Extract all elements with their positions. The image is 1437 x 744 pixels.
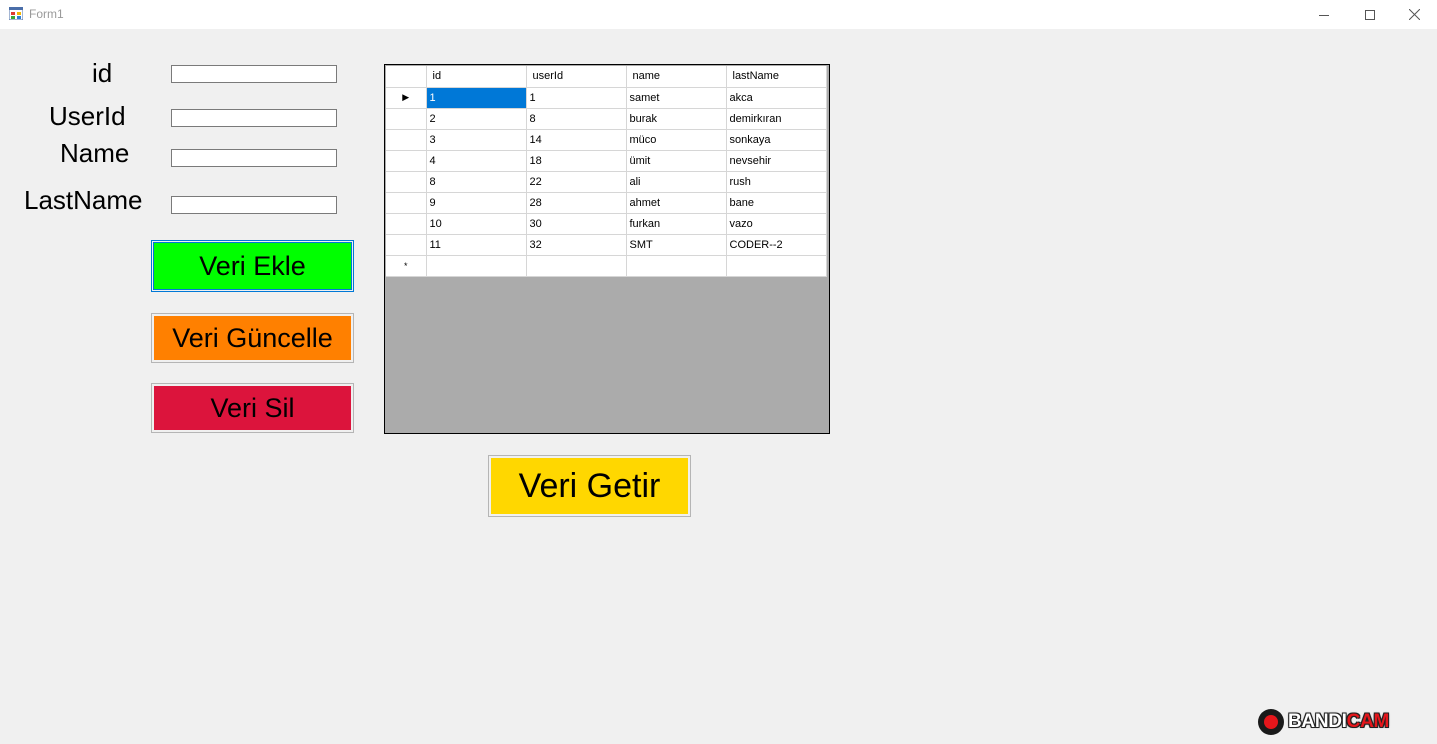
table-cell[interactable]: 22 [526,171,627,193]
table-cell[interactable]: 28 [526,192,627,214]
bandicam-logo-text: BANDICAM [1288,711,1390,732]
table-cell[interactable]: 2 [426,108,527,130]
maximize-icon [1365,9,1375,20]
table-cell[interactable]: nevsehir [726,150,827,172]
fetch-data-button[interactable]: Veri Getir [488,455,691,517]
current-row-indicator-icon[interactable]: ▶ [386,87,427,109]
table-cell[interactable]: ali [626,171,727,193]
form-app-icon [9,7,23,20]
name-label: Name [60,138,130,168]
column-header-name[interactable]: name [626,66,727,88]
last-name-label: LastName [24,185,143,215]
add-data-button[interactable]: Veri Ekle [151,240,354,292]
user-id-textbox[interactable] [171,109,337,127]
table-cell[interactable]: rush [726,171,827,193]
column-header-user-id[interactable]: userId [526,66,627,88]
table-row[interactable]: 2 8 burak demirkıran [386,108,827,130]
table-cell[interactable]: 8 [526,108,627,130]
table-cell[interactable]: bane [726,192,827,214]
table-row[interactable]: 3 14 müco sonkaya [386,129,827,151]
row-header[interactable] [386,192,427,214]
table-row[interactable]: 4 18 ümit nevsehir [386,150,827,172]
update-data-button[interactable]: Veri Güncelle [151,313,354,363]
record-icon [1258,709,1284,735]
data-grid-table: id userId name lastName ▶ 1 1 samet akca… [386,66,827,277]
column-header-last-name[interactable]: lastName [726,66,827,88]
column-header-id[interactable]: id [426,66,527,88]
table-row[interactable]: 11 32 SMT CODER--2 [386,234,827,256]
delete-data-button[interactable]: Veri Sil [151,383,354,433]
grid-header-row: id userId name lastName [386,66,827,88]
add-data-button-label: Veri Ekle [199,250,306,281]
table-cell[interactable]: müco [626,129,727,151]
table-cell[interactable] [426,255,527,277]
table-row[interactable]: ▶ 1 1 samet akca [386,87,827,109]
maximize-button[interactable] [1347,0,1393,29]
row-header[interactable] [386,108,427,130]
table-row[interactable]: 10 30 furkan vazo [386,213,827,235]
table-cell[interactable]: 30 [526,213,627,235]
fetch-data-button-label: Veri Getir [518,466,661,505]
grid-corner-header[interactable] [386,66,427,88]
table-row[interactable]: 8 22 ali rush [386,171,827,193]
table-cell[interactable]: sonkaya [726,129,827,151]
table-cell[interactable]: 10 [426,213,527,235]
table-cell[interactable]: 18 [526,150,627,172]
table-cell[interactable]: 3 [426,129,527,151]
table-cell[interactable]: 11 [426,234,527,256]
minimize-button[interactable] [1301,0,1347,29]
bandicam-watermark: BANDICAM [1258,707,1389,737]
row-header[interactable] [386,234,427,256]
table-cell[interactable]: akca [726,87,827,109]
id-label: id [92,58,113,88]
table-cell[interactable]: furkan [626,213,727,235]
table-cell[interactable]: 32 [526,234,627,256]
table-cell[interactable]: CODER--2 [726,234,827,256]
table-cell[interactable]: vazo [726,213,827,235]
table-cell[interactable]: 4 [426,150,527,172]
window-title: Form1 [29,7,64,21]
close-button[interactable] [1391,0,1437,29]
new-row[interactable]: * [386,255,827,277]
row-header[interactable] [386,213,427,235]
user-id-label: UserId [49,101,126,131]
table-row[interactable]: 9 28 ahmet bane [386,192,827,214]
minimize-icon [1319,14,1329,16]
table-cell[interactable]: 1 [426,87,527,109]
table-cell[interactable]: samet [626,87,727,109]
new-row-indicator-icon[interactable]: * [386,255,427,277]
table-cell[interactable]: 1 [526,87,627,109]
table-cell[interactable]: demirkıran [726,108,827,130]
update-data-button-label: Veri Güncelle [172,322,333,353]
title-bar: Form1 [0,0,1437,29]
table-cell[interactable]: burak [626,108,727,130]
table-cell[interactable]: ahmet [626,192,727,214]
table-cell[interactable]: ümit [626,150,727,172]
id-textbox[interactable] [171,65,337,83]
row-header[interactable] [386,150,427,172]
table-cell[interactable]: 9 [426,192,527,214]
table-cell[interactable] [626,255,727,277]
table-cell[interactable]: 8 [426,171,527,193]
last-name-textbox[interactable] [171,196,337,214]
row-header[interactable] [386,129,427,151]
data-grid[interactable]: id userId name lastName ▶ 1 1 samet akca… [384,64,830,434]
table-cell[interactable] [726,255,827,277]
row-header[interactable] [386,171,427,193]
delete-data-button-label: Veri Sil [210,392,295,423]
name-textbox[interactable] [171,149,337,167]
table-cell[interactable] [526,255,627,277]
close-icon [1408,9,1420,20]
table-cell[interactable]: 14 [526,129,627,151]
table-cell[interactable]: SMT [626,234,727,256]
